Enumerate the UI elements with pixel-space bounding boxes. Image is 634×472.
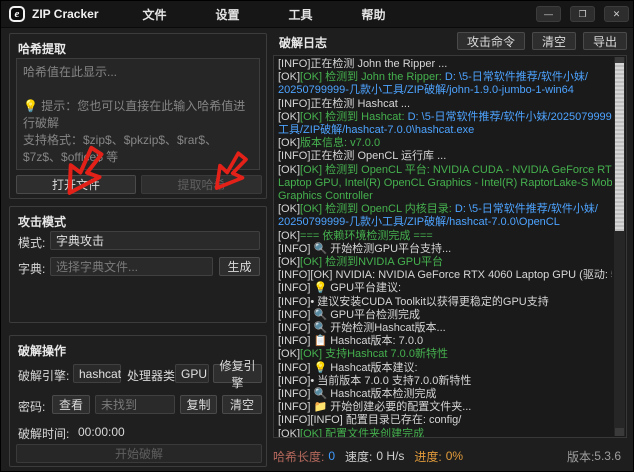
hash-extraction-title: 哈希提取	[18, 40, 66, 57]
minimize-button[interactable]: —	[536, 6, 561, 22]
mode-select[interactable]: 字典攻击	[50, 231, 260, 250]
crack-time-value: 00:00:00	[78, 425, 125, 439]
log-title: 破解日志	[279, 34, 327, 51]
log-scrollbar[interactable]	[614, 57, 625, 436]
log-line: [INFO] 🔍 开始检测Hashcat版本...	[278, 322, 612, 335]
window-controls: — ❐ ✕	[536, 6, 629, 22]
scrollbar-down-button[interactable]	[615, 428, 624, 436]
menu-help[interactable]: 帮助	[356, 3, 392, 26]
log-line: [INFO]正在检测 Hashcat ...	[278, 98, 612, 111]
attack-mode-title: 攻击模式	[18, 213, 66, 230]
export-log-button[interactable]: 导出	[583, 32, 627, 50]
logo-glyph: e	[15, 8, 20, 20]
open-file-button[interactable]: 打开文件	[16, 175, 136, 194]
progress-value: 0%	[446, 449, 463, 463]
speed-value: 0 H/s	[376, 449, 404, 463]
crack-operations-panel: 破解操作 破解引擎: hashcat 处理器类型 GPU 修复引擎 密码: 查看…	[9, 335, 267, 467]
log-output-area[interactable]: [INFO]正在检测 John the Ripper ...[OK][OK] 检…	[273, 55, 627, 438]
version-value: 5.3.6	[594, 449, 621, 463]
maximize-button[interactable]: ❐	[570, 6, 595, 22]
log-line: [INFO]• 建议安装CUDA Toolkit以获得更稳定的GPU支持	[278, 296, 612, 309]
log-line: [INFO] 💡 GPU平台建议:	[278, 282, 612, 295]
log-line: [INFO][OK] NVIDIA: NVIDIA GeForce RTX 40…	[278, 269, 612, 282]
log-line: [INFO] 🔍 GPU平台检测完成	[278, 309, 612, 322]
menu-settings[interactable]: 设置	[210, 3, 246, 26]
crack-time-label: 破解时间:	[18, 425, 69, 442]
hash-placeholder: 哈希值在此显示...	[23, 64, 253, 81]
engine-select[interactable]: hashcat	[73, 364, 121, 383]
log-line: Laptop GPU, Intel(R) OpenCL Graphics - I…	[278, 177, 612, 190]
menu-tools[interactable]: 工具	[283, 3, 319, 26]
log-line: [OK][OK] 支持Hashcat 7.0.0新特性	[278, 348, 612, 361]
hash-input-area[interactable]: 哈希值在此显示... 💡 提示：您也可以直接在此输入哈希值进行破解 支持格式：$…	[16, 58, 260, 170]
log-line: [OK]版本信息: v7.0.0	[278, 137, 612, 150]
crack-operations-title: 破解操作	[18, 342, 66, 359]
log-line: 20250799999-几款小工具/ZIP破解/john-1.9.0-jumbo…	[278, 84, 612, 97]
log-lines: [INFO]正在检测 John the Ripper ...[OK][OK] 检…	[278, 58, 612, 438]
log-line: [INFO]正在检测 John the Ripper ...	[278, 58, 612, 71]
log-line: [OK][OK] 检测到NVIDIA GPU平台	[278, 256, 612, 269]
log-line: [OK][OK] 检测到 OpenCL 平台: NVIDIA CUDA - NV…	[278, 164, 612, 177]
log-line: [OK][OK] 检测到 Hashcat: D: \5-日常软件推荐/软件小妹/…	[278, 111, 612, 124]
hash-length-value: 0	[328, 449, 335, 463]
log-line: 工具/ZIP破解/hashcat-7.0.0\hashcat.exe	[278, 124, 612, 137]
copy-password-button[interactable]: 复制	[180, 395, 217, 414]
generate-dictionary-button[interactable]: 生成	[219, 257, 260, 276]
menu-bar: e ZIP Cracker 文件 设置 工具 帮助 — ❐ ✕	[1, 1, 634, 28]
mode-label: 模式:	[18, 234, 45, 251]
log-line: [INFO]• 当前版本 7.0.0 支持7.0.0新特性	[278, 375, 612, 388]
view-password-button[interactable]: 查看	[52, 395, 90, 414]
password-value-field[interactable]: 未找到	[95, 395, 175, 414]
attack-mode-panel: 攻击模式 模式: 字典攻击 字典: 选择字典文件... 生成	[9, 206, 267, 323]
processor-select[interactable]: GPU	[175, 364, 209, 383]
menu-items: 文件 设置 工具 帮助	[137, 3, 392, 26]
log-line: [INFO]正在检测 OpenCL 运行库 ...	[278, 150, 612, 163]
speed-label: 速度:	[345, 448, 372, 465]
menu-file[interactable]: 文件	[137, 3, 173, 26]
clear-password-button[interactable]: 清空	[222, 395, 262, 414]
close-button[interactable]: ✕	[604, 6, 629, 22]
log-line: [INFO] 💡 Hashcat版本建议:	[278, 362, 612, 375]
scrollbar-thumb[interactable]	[615, 63, 624, 231]
hash-length-label: 哈希长度:	[273, 448, 324, 465]
start-crack-button[interactable]: 开始破解	[16, 444, 262, 463]
log-line: [INFO] 🔍 Hashcat版本检测完成	[278, 388, 612, 401]
app-logo-icon: e	[9, 6, 25, 22]
dictionary-file-input[interactable]: 选择字典文件...	[50, 257, 213, 276]
engine-label: 破解引擎:	[18, 367, 69, 384]
log-line: [OK][OK] 检测到 OpenCL 内核目录: D: \5-日常软件推荐/软…	[278, 203, 612, 216]
extract-hash-button[interactable]: 提取哈希	[141, 175, 262, 194]
app-title: ZIP Cracker	[32, 7, 99, 21]
log-line: [INFO] 📋 Hashcat版本: 7.0.0	[278, 335, 612, 348]
log-line: [OK][OK] 配置文件夹创建完成	[278, 428, 612, 438]
attack-command-button[interactable]: 攻击命令	[457, 32, 525, 50]
dictionary-label: 字典:	[18, 260, 45, 277]
version-label: 版本:	[567, 448, 594, 465]
log-line: Graphics Controller	[278, 190, 612, 203]
zip-cracker-window: e ZIP Cracker 文件 设置 工具 帮助 — ❐ ✕ 哈希提取 哈希值…	[0, 0, 634, 472]
hash-extraction-panel: 哈希提取 哈希值在此显示... 💡 提示：您也可以直接在此输入哈希值进行破解 支…	[9, 33, 267, 199]
clear-log-button[interactable]: 清空	[532, 32, 576, 50]
hash-tip-line2: 支持格式：$zip$、$pkzip$、$rar$、$7z$、$office$ 等	[23, 132, 253, 166]
password-label: 密码:	[18, 398, 45, 415]
status-bar: 哈希长度: 0 速度: 0 H/s 进度: 0% 版本: 5.3.6	[273, 445, 627, 467]
log-line: [OK]=== 依赖环境检测完成 ===	[278, 230, 612, 243]
log-line: [INFO][INFO] 配置目录已存在: config/	[278, 414, 612, 427]
hash-tip-line1: 💡 提示：您也可以直接在此输入哈希值进行破解	[23, 98, 253, 132]
log-line: [OK][OK] 检测到 John the Ripper: D: \5-日常软件…	[278, 71, 612, 84]
log-header: 破解日志 攻击命令 清空 导出	[273, 32, 627, 52]
progress-label: 进度:	[414, 448, 441, 465]
log-line: [INFO] 📁 开始创建必要的配置文件夹...	[278, 401, 612, 414]
log-line: 20250799999-几款小工具/ZIP破解/hashcat-7.0.0\Op…	[278, 216, 612, 229]
repair-engine-button[interactable]: 修复引擎	[213, 364, 262, 383]
log-line: [INFO] 🔍 开始检测GPU平台支持...	[278, 243, 612, 256]
